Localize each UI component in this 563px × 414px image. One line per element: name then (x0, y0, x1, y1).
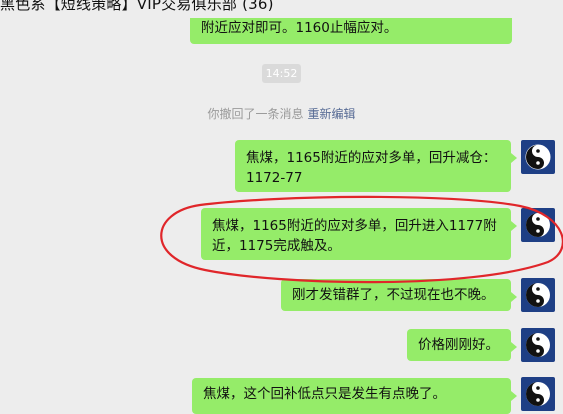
avatar[interactable] (521, 208, 555, 242)
message-bubble[interactable]: 焦煤，这个回补低点只是发生有点晚了。 (192, 378, 517, 414)
message-bubble[interactable]: 附近应对即可。1160止幅应对。 (190, 18, 512, 44)
message-bubble[interactable]: 刚才发错群了，不过现在也不晚。 (281, 279, 517, 311)
message-text: 焦煤，这个回补低点只是发生有点晚了。 (203, 386, 446, 402)
recall-notice: 你撤回了一条消息 重新编辑 (0, 105, 563, 122)
avatar[interactable] (521, 278, 555, 312)
avatar[interactable] (521, 328, 555, 362)
yin-yang-icon (526, 283, 550, 307)
recall-notice-text: 你撤回了一条消息 (207, 107, 304, 121)
message-text-line: 1172-77 (246, 170, 303, 186)
message-bubble[interactable]: 焦煤，1165附近的应对多单，回升减仓： 1172-77 (235, 140, 517, 192)
message-text-line: 焦煤，1165附近的应对多单，回升进入1177附 (212, 218, 497, 234)
yin-yang-icon (526, 333, 550, 357)
chat-title-bar: 黑色系【短线策略】VIP交易俱乐部 (36) (0, 0, 563, 14)
message-text: 附近应对即可。1160止幅应对。 (201, 20, 398, 36)
message-text: 刚才发错群了，不过现在也不晚。 (292, 287, 495, 303)
yin-yang-icon (525, 144, 551, 170)
message-text: 价格刚刚好。 (418, 337, 499, 353)
timestamp-badge: 14:52 (262, 64, 301, 83)
avatar[interactable] (521, 140, 555, 174)
message-text-line: 近，1175完成触及。 (212, 238, 341, 254)
message-text-line: 焦煤，1165附近的应对多单，回升减仓： (246, 150, 497, 166)
message-bubble[interactable]: 焦煤，1165附近的应对多单，回升进入1177附 近，1175完成触及。 (201, 208, 517, 260)
reedit-link[interactable]: 重新编辑 (308, 107, 356, 121)
yin-yang-icon (526, 382, 550, 406)
chat-title: 黑色系【短线策略】VIP交易俱乐部 (36) (0, 0, 274, 13)
yin-yang-icon (526, 213, 550, 237)
message-bubble[interactable]: 价格刚刚好。 (407, 329, 517, 361)
